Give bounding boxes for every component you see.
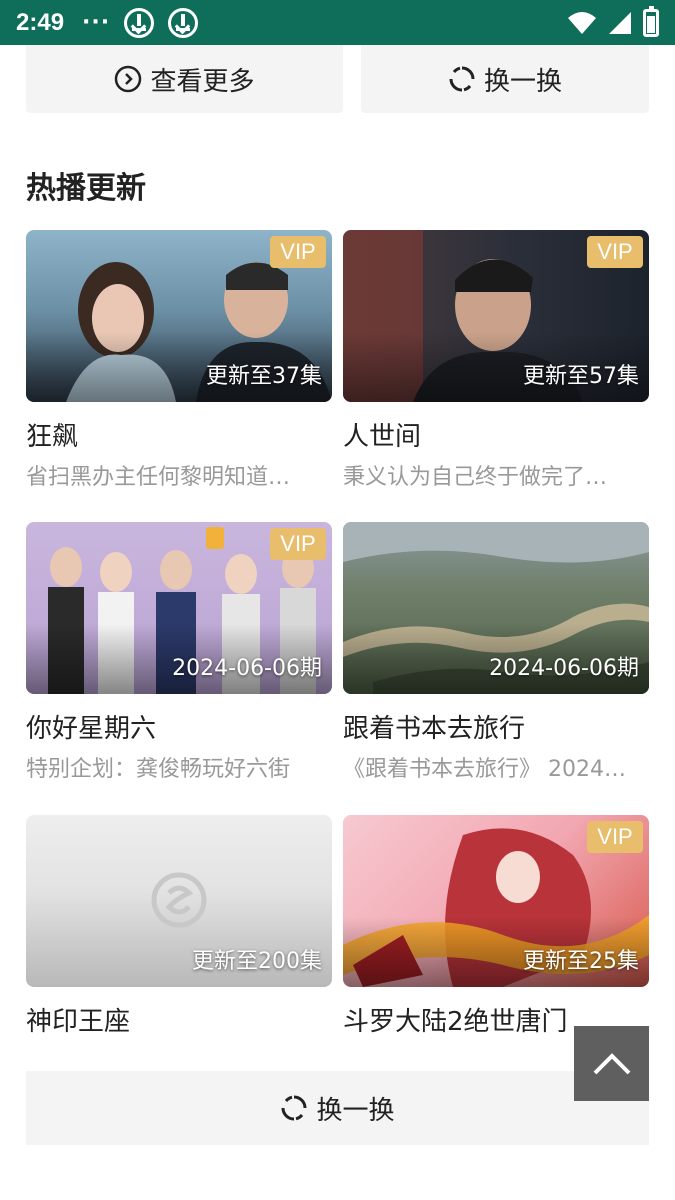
refresh-top-button[interactable]: 换一换: [361, 45, 649, 113]
card-description: 《跟着书本去旅行》 2024…: [343, 757, 626, 782]
video-thumbnail[interactable]: VIP 更新至37集: [26, 230, 332, 402]
video-thumbnail[interactable]: VIP 2024-06-06期: [26, 522, 332, 694]
card-description: 省扫黑办主任何黎明知道…: [26, 465, 291, 490]
episode-overlay: 更新至25集: [523, 949, 639, 974]
back-to-top-button[interactable]: [574, 1026, 649, 1101]
refresh-bottom-label: 换一换: [316, 1095, 395, 1126]
video-card[interactable]: VIP 2024-06-06期 你好星期六 特别企划：龚俊畅玩好六街: [26, 522, 332, 783]
episode-overlay: 2024-06-06期: [489, 656, 639, 681]
status-overflow: ···: [82, 10, 111, 35]
video-thumbnail[interactable]: VIP 更新至25集: [343, 815, 649, 987]
status-time: 2:49: [16, 8, 65, 36]
video-card[interactable]: VIP 更新至37集 狂飙 省扫黑办主任何黎明知道…: [26, 230, 332, 491]
video-thumbnail[interactable]: 更新至200集: [26, 815, 332, 987]
card-title[interactable]: 神印王座: [26, 1001, 332, 1038]
video-card[interactable]: VIP 更新至25集 斗罗大陆2绝世唐门: [343, 815, 649, 1038]
video-card[interactable]: 更新至200集 神印王座: [26, 815, 332, 1038]
play-circle-icon: [115, 65, 142, 93]
vip-badge: VIP: [587, 821, 643, 853]
card-description: 特别企划：龚俊畅玩好六街: [26, 757, 291, 782]
video-card[interactable]: 2024-06-06期 跟着书本去旅行 《跟着书本去旅行》 2024…: [343, 522, 649, 783]
card-title[interactable]: 人世间: [343, 416, 649, 453]
video-thumbnail[interactable]: 2024-06-06期: [343, 522, 649, 694]
card-title[interactable]: 跟着书本去旅行: [343, 708, 649, 745]
see-more-label: 查看更多: [150, 66, 255, 97]
refresh-icon: [281, 1095, 307, 1121]
download-icon: [124, 7, 155, 38]
battery-icon: [643, 5, 659, 37]
card-title[interactable]: 你好星期六: [26, 708, 332, 745]
section-title: 热播更新: [26, 171, 146, 206]
see-more-button[interactable]: 查看更多: [26, 45, 343, 113]
episode-overlay: 更新至200集: [192, 949, 322, 974]
video-thumbnail[interactable]: VIP 更新至57集: [343, 230, 649, 402]
episode-overlay: 更新至57集: [523, 364, 639, 389]
vip-badge: VIP: [270, 528, 326, 560]
video-card[interactable]: VIP 更新至57集 人世间 秉义认为自己终于做完了…: [343, 230, 649, 491]
wifi-icon: [568, 11, 596, 34]
signal-icon: [609, 11, 631, 34]
episode-overlay: 2024-06-06期: [172, 656, 322, 681]
refresh-icon: [449, 66, 475, 92]
refresh-top-label: 换一换: [483, 66, 562, 97]
chevron-up-icon: [593, 1052, 630, 1074]
download-icon: [168, 7, 199, 38]
status-bar: 2:49 ···: [0, 0, 675, 45]
refresh-bottom-button[interactable]: 换一换: [26, 1071, 649, 1145]
episode-overlay: 更新至37集: [206, 364, 322, 389]
vip-badge: VIP: [587, 236, 643, 268]
card-description: 秉义认为自己终于做完了…: [343, 465, 608, 490]
card-title[interactable]: 狂飙: [26, 416, 332, 453]
vip-badge: VIP: [270, 236, 326, 268]
